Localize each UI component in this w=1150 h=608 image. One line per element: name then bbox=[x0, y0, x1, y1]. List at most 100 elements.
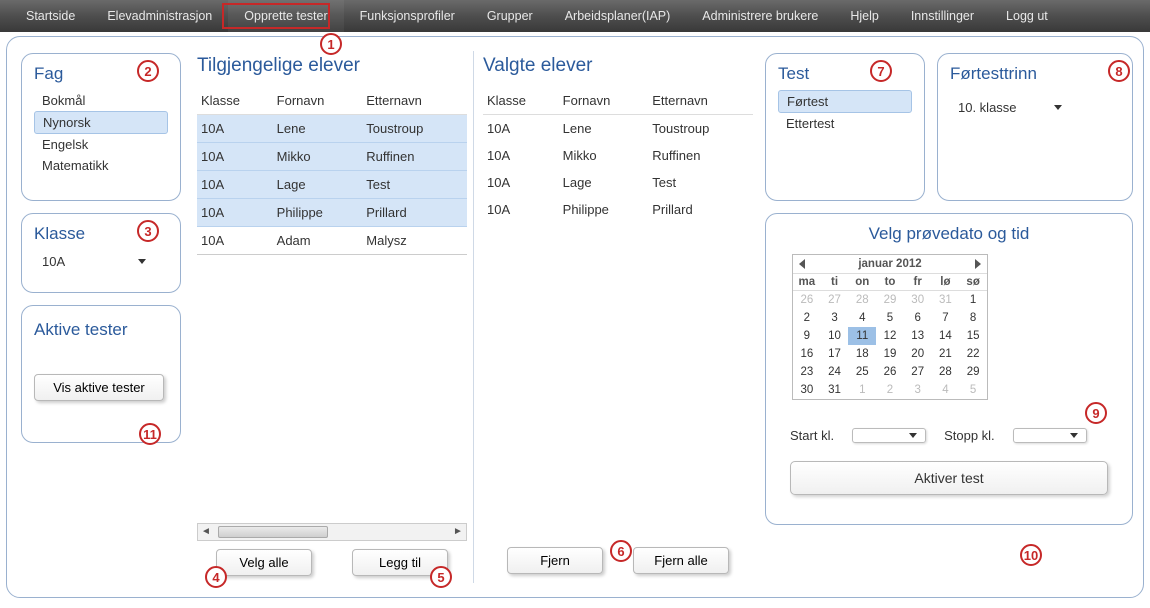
cal-day[interactable]: 9 bbox=[793, 327, 821, 345]
table-row[interactable]: 10AMikkoRuffinen bbox=[483, 142, 753, 169]
nav-item-administrere-brukere[interactable]: Administrere brukere bbox=[686, 0, 834, 32]
cal-day[interactable]: 25 bbox=[848, 363, 876, 381]
trinn-dropdown[interactable]: 10. klasse bbox=[950, 96, 1070, 119]
cal-day[interactable]: 23 bbox=[793, 363, 821, 381]
cal-dow: sø bbox=[959, 273, 987, 291]
cal-day[interactable]: 3 bbox=[821, 309, 849, 327]
caret-down-icon bbox=[909, 433, 917, 438]
cal-next-icon[interactable] bbox=[975, 259, 981, 269]
stop-time-dropdown[interactable] bbox=[1013, 428, 1087, 443]
table-row[interactable]: 10ALeneToustroup bbox=[197, 115, 467, 143]
klasse-value: 10A bbox=[42, 254, 65, 269]
cal-day[interactable]: 8 bbox=[959, 309, 987, 327]
test-list: FørtestEttertest bbox=[778, 90, 912, 134]
cal-prev-icon[interactable] bbox=[799, 259, 805, 269]
activate-test-button[interactable]: Aktiver test bbox=[790, 461, 1108, 495]
cal-day[interactable]: 27 bbox=[821, 291, 849, 309]
cal-day[interactable]: 19 bbox=[876, 345, 904, 363]
test-panel: Test FørtestEttertest bbox=[765, 53, 925, 201]
cal-day[interactable]: 24 bbox=[821, 363, 849, 381]
cal-day[interactable]: 29 bbox=[959, 363, 987, 381]
stop-label: Stopp kl. bbox=[944, 428, 995, 443]
main-frame: Fag BokmålNynorskEngelskMatematikk Klass… bbox=[6, 36, 1144, 598]
cal-day[interactable]: 7 bbox=[932, 309, 960, 327]
cal-day[interactable]: 12 bbox=[876, 327, 904, 345]
cal-day[interactable]: 15 bbox=[959, 327, 987, 345]
remove-button[interactable]: Fjern bbox=[507, 547, 603, 574]
cal-day[interactable]: 1 bbox=[848, 381, 876, 399]
table-row[interactable]: 10APhilippePrillard bbox=[197, 199, 467, 227]
cal-day[interactable]: 31 bbox=[821, 381, 849, 399]
fag-item[interactable]: Engelsk bbox=[34, 134, 168, 155]
show-active-tests-button[interactable]: Vis aktive tester bbox=[34, 374, 164, 401]
cal-day[interactable]: 1 bbox=[959, 291, 987, 309]
start-label: Start kl. bbox=[790, 428, 834, 443]
cal-day[interactable]: 30 bbox=[904, 291, 932, 309]
calendar: januar 2012 mationtofrløsø26272829303112… bbox=[792, 254, 988, 400]
scroll-thumb[interactable] bbox=[218, 526, 328, 538]
cal-day[interactable]: 4 bbox=[848, 309, 876, 327]
cal-day[interactable]: 30 bbox=[793, 381, 821, 399]
test-item[interactable]: Ettertest bbox=[778, 113, 912, 134]
cal-day[interactable]: 22 bbox=[959, 345, 987, 363]
nav-item-arbeidsplaner-iap-[interactable]: Arbeidsplaner(IAP) bbox=[549, 0, 687, 32]
cal-day[interactable]: 27 bbox=[904, 363, 932, 381]
klasse-dropdown[interactable]: 10A bbox=[34, 250, 154, 273]
cal-day[interactable]: 21 bbox=[932, 345, 960, 363]
cal-day[interactable]: 5 bbox=[959, 381, 987, 399]
cal-day[interactable]: 3 bbox=[904, 381, 932, 399]
nav-item-grupper[interactable]: Grupper bbox=[471, 0, 549, 32]
cal-day[interactable]: 2 bbox=[876, 381, 904, 399]
cal-day[interactable]: 6 bbox=[904, 309, 932, 327]
horizontal-scrollbar[interactable]: ◄ ► bbox=[197, 523, 467, 541]
scroll-right-icon[interactable]: ► bbox=[450, 524, 466, 540]
cal-day[interactable]: 4 bbox=[932, 381, 960, 399]
nav-item-funksjonsprofiler[interactable]: Funksjonsprofiler bbox=[344, 0, 471, 32]
cal-day[interactable]: 16 bbox=[793, 345, 821, 363]
caret-down-icon bbox=[1070, 433, 1078, 438]
cal-day[interactable]: 18 bbox=[848, 345, 876, 363]
annot-7: 7 bbox=[870, 60, 892, 82]
fag-item[interactable]: Nynorsk bbox=[34, 111, 168, 134]
cal-day[interactable]: 29 bbox=[876, 291, 904, 309]
cal-day[interactable]: 17 bbox=[821, 345, 849, 363]
select-all-button[interactable]: Velg alle bbox=[216, 549, 312, 576]
cal-day[interactable]: 20 bbox=[904, 345, 932, 363]
test-title: Test bbox=[778, 64, 912, 84]
nav-item-innstillinger[interactable]: Innstillinger bbox=[895, 0, 990, 32]
table-row[interactable]: 10APhilippePrillard bbox=[483, 196, 753, 223]
cal-dow: fr bbox=[904, 273, 932, 291]
nav-item-hjelp[interactable]: Hjelp bbox=[834, 0, 895, 32]
column-header: Klasse bbox=[483, 87, 559, 115]
test-item[interactable]: Førtest bbox=[778, 90, 912, 113]
selected-students-block: Valgte elever KlasseFornavnEtternavn 10A… bbox=[483, 55, 753, 574]
annot-4: 4 bbox=[205, 566, 227, 588]
start-time-dropdown[interactable] bbox=[852, 428, 926, 443]
table-row[interactable]: 10AAdamMalysz bbox=[197, 227, 467, 255]
fag-item[interactable]: Bokmål bbox=[34, 90, 168, 111]
table-row[interactable]: 10ALeneToustroup bbox=[483, 115, 753, 143]
cal-day[interactable]: 2 bbox=[793, 309, 821, 327]
cal-day[interactable]: 26 bbox=[876, 363, 904, 381]
cal-day[interactable]: 14 bbox=[932, 327, 960, 345]
scroll-left-icon[interactable]: ◄ bbox=[198, 524, 214, 540]
cal-day[interactable]: 10 bbox=[821, 327, 849, 345]
cal-day[interactable]: 26 bbox=[793, 291, 821, 309]
cal-day[interactable]: 13 bbox=[904, 327, 932, 345]
fag-item[interactable]: Matematikk bbox=[34, 155, 168, 176]
table-row[interactable]: 10ALageTest bbox=[197, 171, 467, 199]
annot-8: 8 bbox=[1108, 60, 1130, 82]
annot-11: 11 bbox=[139, 423, 161, 445]
table-row[interactable]: 10ALageTest bbox=[483, 169, 753, 196]
nav-item-elevadministrasjon[interactable]: Elevadministrasjon bbox=[91, 0, 228, 32]
cal-day[interactable]: 28 bbox=[932, 363, 960, 381]
cal-day[interactable]: 11 bbox=[848, 327, 876, 345]
nav-item-logg-ut[interactable]: Logg ut bbox=[990, 0, 1064, 32]
cal-day[interactable]: 5 bbox=[876, 309, 904, 327]
remove-all-button[interactable]: Fjern alle bbox=[633, 547, 729, 574]
nav-item-startside[interactable]: Startside bbox=[10, 0, 91, 32]
table-row[interactable]: 10AMikkoRuffinen bbox=[197, 143, 467, 171]
cal-day[interactable]: 28 bbox=[848, 291, 876, 309]
fag-list: BokmålNynorskEngelskMatematikk bbox=[34, 90, 168, 176]
cal-day[interactable]: 31 bbox=[932, 291, 960, 309]
